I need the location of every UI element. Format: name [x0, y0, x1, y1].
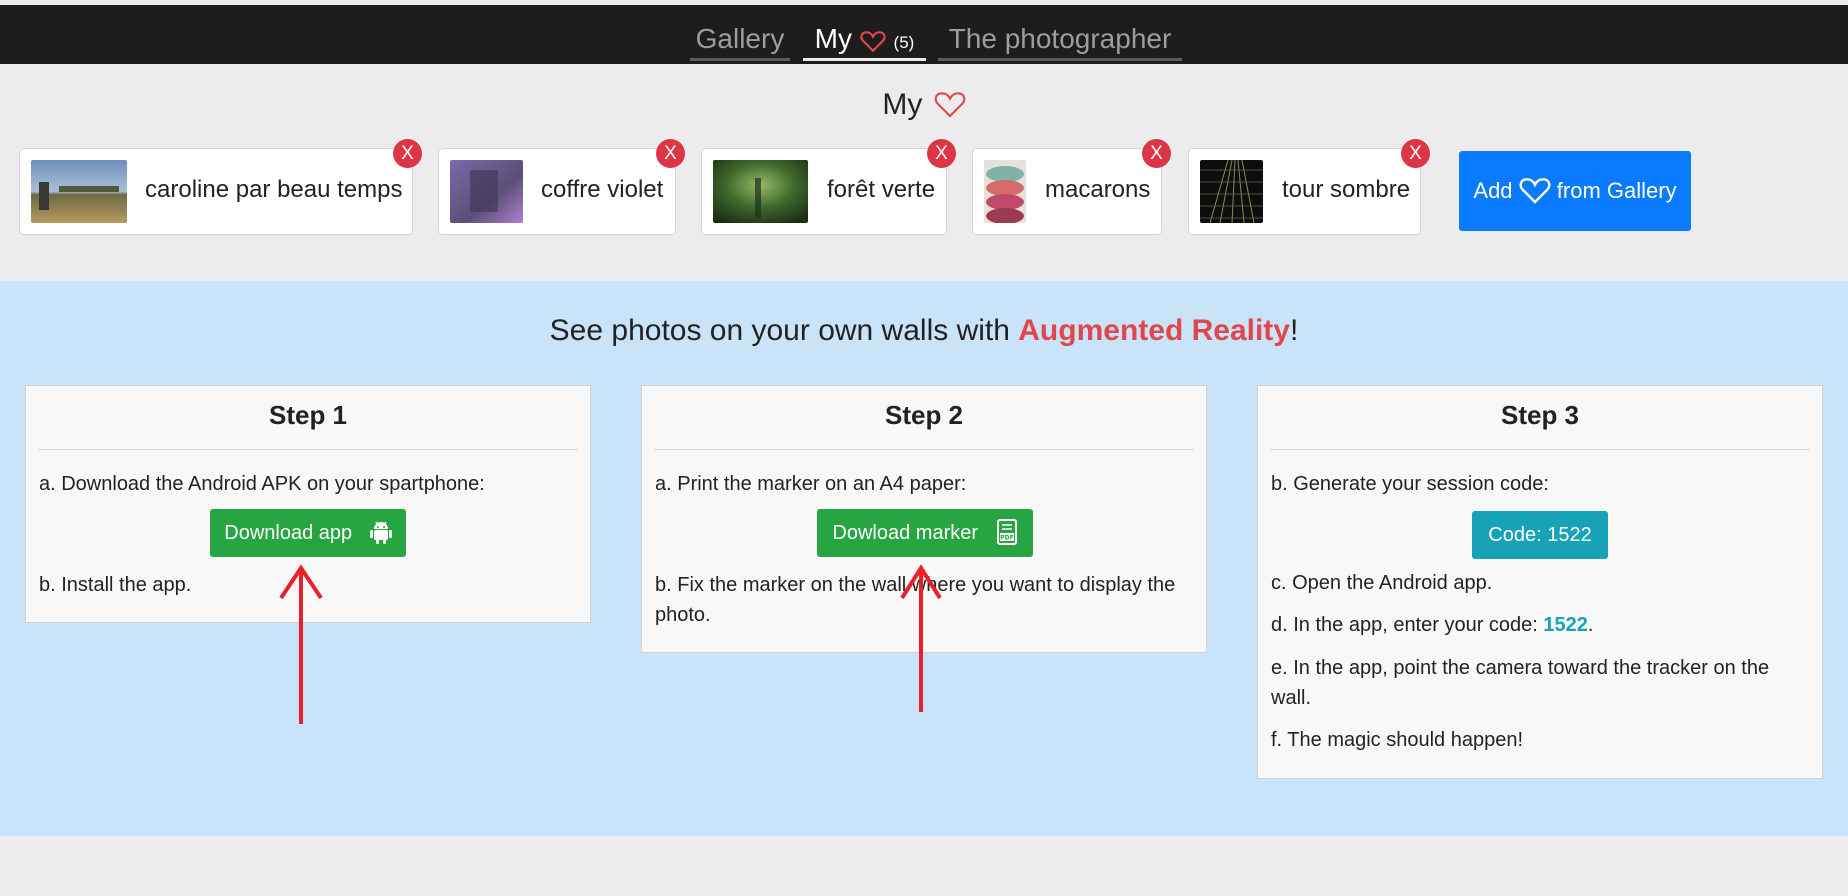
tab-gallery-label: Gallery: [695, 23, 785, 54]
photo-thumbnail[interactable]: [984, 160, 1026, 223]
step-text: c. Open the Android app.: [1271, 572, 1493, 594]
step-text-code: d. In the app, enter your code: 1522.: [1271, 610, 1809, 640]
step-text: a. Download the Android APK on your spar…: [39, 473, 485, 495]
divider: [1270, 449, 1810, 450]
step-title: Step 1: [268, 400, 348, 430]
favorite-card[interactable]: macarons X: [972, 139, 1171, 235]
remove-favorite-button[interactable]: X: [1401, 139, 1430, 168]
remove-favorite-button[interactable]: X: [927, 139, 956, 168]
favorite-label: forêt verte: [827, 176, 936, 203]
favorite-card[interactable]: forêt verte X: [701, 139, 956, 235]
download-marker-button[interactable]: Dowload marker PDF: [817, 509, 1033, 557]
remove-favorite-button[interactable]: X: [656, 139, 685, 168]
ar-heading-prefix: See photos on your own walls with: [549, 314, 1019, 347]
step-text: a. Print the marker on an A4 paper:: [655, 473, 967, 495]
android-icon: [369, 521, 392, 544]
favorite-label: macarons: [1045, 176, 1151, 203]
add-button-label-after: from Gallery: [1556, 178, 1677, 203]
download-app-label: Download app: [224, 522, 353, 544]
session-code-label: Code: 1522: [1488, 524, 1592, 546]
favorite-label: caroline par beau temps: [145, 176, 403, 203]
ar-heading: See photos on your own walls with Augmen…: [0, 314, 1848, 348]
navbar: Gallery My (5) The photographer: [0, 5, 1848, 64]
tab-photographer-label: The photographer: [948, 23, 1172, 54]
session-code-button[interactable]: Code: 1522: [1472, 511, 1608, 559]
pdf-file-icon: PDF: [996, 518, 1017, 545]
tab-gallery[interactable]: Gallery: [690, 5, 790, 61]
nav-tabs: Gallery My (5) The photographer: [0, 5, 1848, 64]
add-button-label-before: Add: [1473, 178, 1513, 203]
favorite-card[interactable]: caroline par beau temps X: [19, 139, 422, 235]
favorite-card[interactable]: tour sombre X: [1188, 139, 1430, 235]
add-from-gallery-button[interactable]: Add from Gallery: [1459, 151, 1691, 231]
step-3-card: Step 3 b. Generate your session code: Co…: [1257, 385, 1823, 779]
download-app-button[interactable]: Download app: [210, 509, 406, 557]
favorites-title: My: [0, 88, 1848, 122]
favorite-label: tour sombre: [1282, 176, 1411, 203]
ar-heading-suffix: !: [1289, 314, 1299, 347]
photo-thumbnail[interactable]: [1200, 160, 1263, 223]
heart-outline-icon: [934, 92, 965, 118]
page-bottom: [0, 836, 1848, 896]
step-title: Step 3: [1500, 400, 1580, 430]
favorite-label: coffre violet: [541, 176, 664, 203]
step-text-prefix: d. In the app, enter your code:: [1271, 614, 1544, 636]
favorite-card[interactable]: coffre violet X: [438, 139, 685, 235]
favorites-title-text: My: [882, 88, 923, 121]
svg-text:PDF: PDF: [1000, 534, 1013, 541]
heart-outline-icon: [860, 30, 886, 52]
step-text: e. In the app, point the camera toward t…: [1271, 657, 1770, 709]
photo-thumbnail[interactable]: [713, 160, 808, 223]
step-text: b. Generate your session code:: [1271, 473, 1549, 495]
remove-favorite-button[interactable]: X: [1142, 139, 1171, 168]
tab-photographer[interactable]: The photographer: [938, 5, 1182, 61]
step-text-suffix: .: [1587, 614, 1594, 636]
step-title: Step 2: [884, 400, 964, 430]
step-text: f. The magic should happen!: [1271, 729, 1524, 751]
up-arrow-annotation: [279, 564, 323, 724]
download-marker-label: Dowload marker: [832, 522, 979, 544]
ar-heading-highlight: Augmented Reality: [1018, 314, 1290, 347]
remove-favorite-button[interactable]: X: [393, 139, 422, 168]
session-code-value: 1522: [1543, 614, 1588, 636]
photo-thumbnail[interactable]: [450, 160, 523, 223]
divider: [38, 449, 578, 450]
up-arrow-annotation: [900, 564, 942, 712]
heart-outline-icon: [1519, 178, 1551, 204]
tab-my-label: My: [814, 23, 852, 54]
divider: [654, 449, 1194, 450]
tab-my-favorites[interactable]: My (5): [803, 5, 926, 61]
photo-thumbnail[interactable]: [31, 160, 127, 223]
favorites-count-badge: (5): [893, 33, 915, 52]
